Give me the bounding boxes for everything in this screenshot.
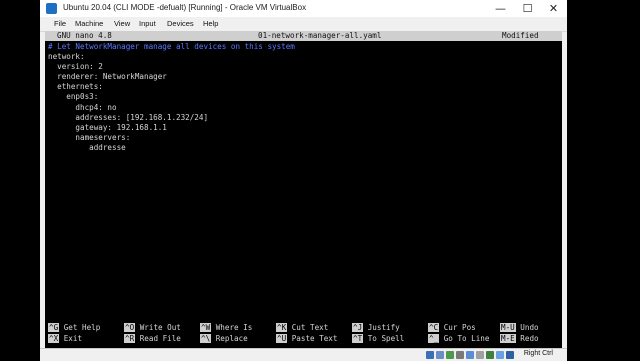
vm-status-bar: Right Ctrl (40, 348, 567, 361)
shortcut-write-out[interactable]: ^O Write Out (124, 323, 181, 333)
menu-view[interactable]: View (114, 19, 130, 28)
title-bar[interactable]: Ubuntu 20.04 (CLI MODE -defualt) [Runnin… (40, 0, 567, 17)
display-icon[interactable] (486, 351, 494, 359)
mouse-integration-icon[interactable] (506, 351, 514, 359)
virtualbox-window: Ubuntu 20.04 (CLI MODE -defualt) [Runnin… (40, 0, 567, 361)
code-line: renderer: NetworkManager (48, 72, 167, 82)
maximize-button[interactable]: ☐ (514, 0, 541, 17)
menu-machine[interactable]: Machine (75, 19, 103, 28)
code-line: version: 2 (48, 62, 103, 72)
menu-help[interactable]: Help (203, 19, 218, 28)
shortcut-undo[interactable]: M-U Undo (500, 323, 539, 333)
recording-icon[interactable] (496, 351, 504, 359)
menu-file[interactable]: File (54, 19, 66, 28)
code-line: ethernets: (48, 82, 103, 92)
shortcut-cut-text[interactable]: ^K Cut Text (276, 323, 328, 333)
nano-filename: 01-network-manager-all.yaml (258, 31, 382, 40)
shortcut-read-file[interactable]: ^R Read File (124, 334, 181, 344)
code-line: dhcp4: no (48, 102, 117, 112)
shortcut-replace[interactable]: ^\ Replace (200, 334, 248, 344)
file-content[interactable]: # Let NetworkManager manage all devices … (48, 42, 295, 153)
minimize-button[interactable]: — (487, 0, 514, 17)
shortcut-cur-pos[interactable]: ^C Cur Pos (428, 323, 476, 333)
code-line: nameservers: (48, 132, 131, 142)
menu-devices[interactable]: Devices (167, 19, 194, 28)
code-line: addresses: [192.168.1.232/24] (48, 112, 209, 122)
usb-icon[interactable] (466, 351, 474, 359)
nano-version: GNU nano 4.8 (57, 31, 112, 40)
nano-header: GNU nano 4.8 01-network-manager-all.yaml… (45, 31, 562, 41)
menu-bar: File Machine View Input Devices Help (40, 17, 567, 32)
shortcut-to-spell[interactable]: ^T To Spell (352, 334, 404, 344)
shortcut-exit[interactable]: ^X Exit (48, 334, 82, 344)
network-icon[interactable] (456, 351, 464, 359)
nano-modified-flag: Modified (502, 31, 539, 40)
code-line: # Let NetworkManager manage all devices … (48, 42, 295, 51)
shortcut-justify[interactable]: ^J Justify (352, 323, 400, 333)
shortcut-go-to-line[interactable]: ^_ Go To Line (428, 334, 489, 344)
window-title: Ubuntu 20.04 (CLI MODE -defualt) [Runnin… (63, 3, 307, 12)
audio-icon[interactable] (446, 351, 454, 359)
code-line: enp0s3: (48, 92, 99, 102)
nano-shortcuts: ^G Get Help ^X Exit ^O Write Out ^R Read… (45, 323, 562, 347)
shortcut-paste-text[interactable]: ^U Paste Text (276, 334, 337, 344)
shared-folder-icon[interactable] (476, 351, 484, 359)
hard-disk-icon[interactable] (426, 351, 434, 359)
code-line: addresse (48, 142, 126, 152)
virtualbox-icon (46, 3, 57, 14)
code-line: network: (48, 52, 85, 62)
host-key-label: Right Ctrl (523, 350, 553, 357)
shortcut-where-is[interactable]: ^W Where Is (200, 323, 252, 333)
optical-drive-icon[interactable] (436, 351, 444, 359)
close-button[interactable]: ✕ (540, 0, 567, 17)
shortcut-redo[interactable]: M-E Redo (500, 334, 539, 344)
code-line: gateway: 192.168.1.1 (48, 122, 167, 132)
vm-screen[interactable]: GNU nano 4.8 01-network-manager-all.yaml… (45, 31, 562, 348)
menu-input[interactable]: Input (139, 19, 156, 28)
shortcut-get-help[interactable]: ^G Get Help (48, 323, 100, 333)
